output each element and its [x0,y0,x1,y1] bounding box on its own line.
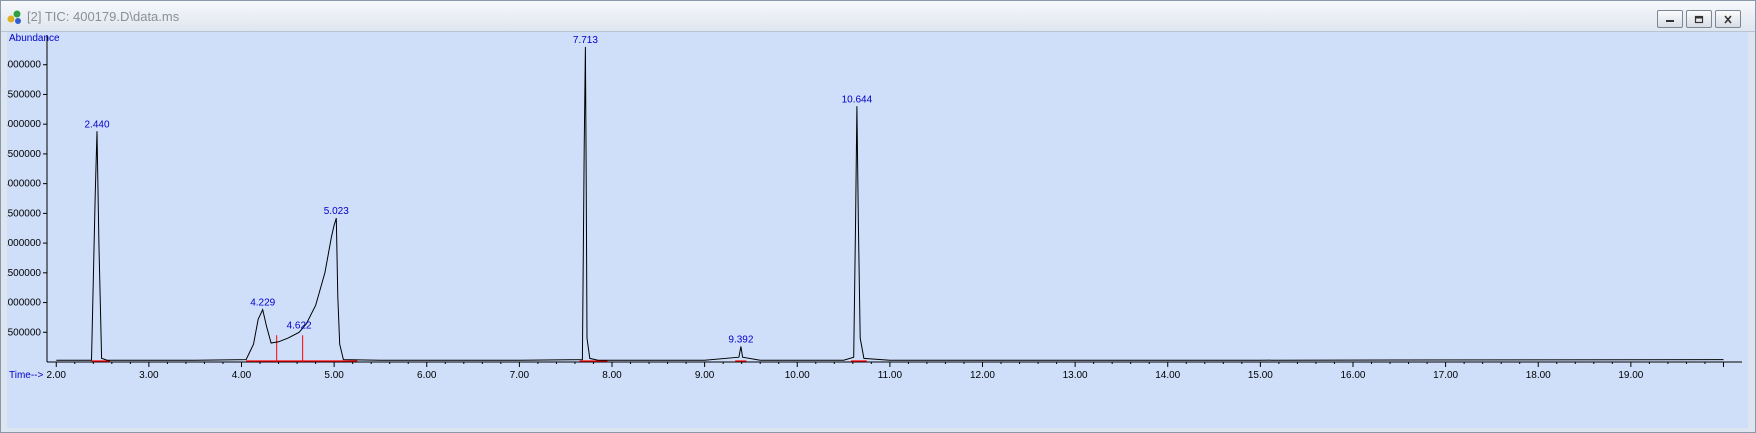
peak-label: 7.713 [573,35,598,46]
x-tick-label: 2.00 [47,370,67,381]
x-tick-label: 11.00 [878,370,903,381]
x-tick-label: 8.00 [602,370,622,381]
chromatogram-window: [2] TIC: 400179.D\data.ms 500000 1000000 1… [0,0,1756,433]
chemstation-app-icon [7,10,21,24]
close-icon [1724,14,1732,24]
tic-chromatogram-chart: 500000 1000000 1500000 2000000 2500000 300000… [2,33,1742,381]
x-tick-label: 3.00 [139,370,159,381]
x-tick-label: 5.00 [324,370,344,381]
minimize-button[interactable] [1657,10,1683,28]
x-tick-label: 19.00 [1618,370,1643,381]
y-axis-label: Abundance [9,33,60,44]
x-axis-label: Time--> [9,370,44,381]
y-tick-label: 4000000 [7,119,41,130]
tic-trace-line [56,46,1724,361]
peak-label: 4.229 [250,298,275,309]
y-tick-label: 3000000 [7,179,41,190]
x-tick-label: 7.00 [510,370,530,381]
x-tick-label: 14.00 [1155,370,1180,381]
minimize-icon [1666,20,1674,22]
x-tick-label: 4.00 [232,370,252,381]
x-tick-label: 16.00 [1340,370,1365,381]
x-tick-label: 12.00 [970,370,995,381]
restore-icon [1694,15,1704,23]
close-button[interactable] [1715,10,1741,28]
x-tick-label: 6.00 [417,370,437,381]
restore-button[interactable] [1686,10,1712,28]
y-tick-label: 2500000 [7,208,41,219]
y-tick-label: 1500000 [7,268,41,279]
peak-label: 4.622 [287,320,312,331]
y-tick-label: 500000 [8,327,42,338]
y-tick-label: 1000000 [7,298,41,309]
y-tick-label: 2000000 [7,238,41,249]
y-tick-label: 3500000 [7,149,41,160]
x-tick-label: 9.00 [695,370,715,381]
x-tick-label: 10.00 [785,370,810,381]
x-tick-label: 15.00 [1248,370,1273,381]
x-tick-label: 17.00 [1433,370,1458,381]
title-bar[interactable]: [2] TIC: 400179.D\data.ms [1,1,1755,32]
y-tick-label: 5000000 [7,60,41,71]
chromatogram-plot-area[interactable]: 500000 1000000 1500000 2000000 2500000 300000… [2,32,1748,428]
peak-label: 2.440 [85,119,110,130]
x-tick-label: 18.00 [1526,370,1551,381]
peak-label: 9.392 [728,335,753,346]
peak-label: 5.023 [324,206,349,217]
y-tick-label: 4500000 [7,89,41,100]
peak-label: 10.644 [842,94,873,105]
window-title: [2] TIC: 400179.D\data.ms [27,9,180,24]
x-tick-label: 13.00 [1063,370,1088,381]
